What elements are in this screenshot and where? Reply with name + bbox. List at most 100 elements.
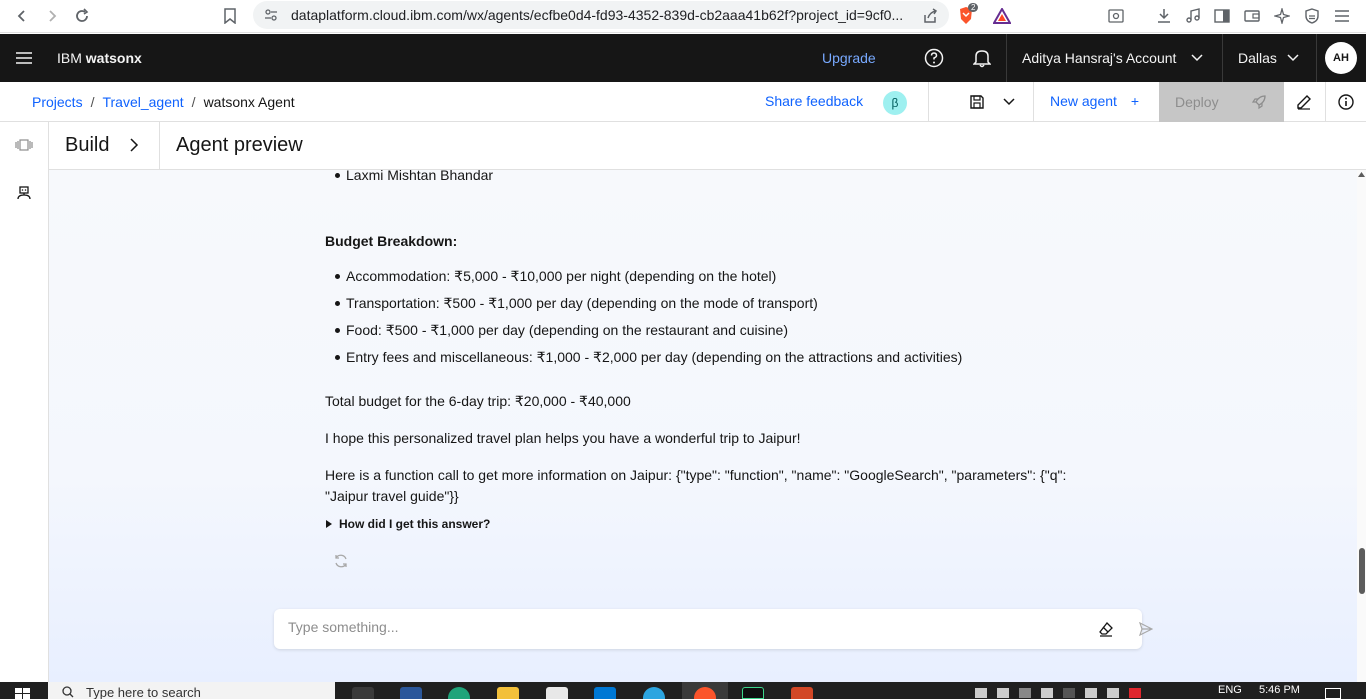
avatar[interactable]: AH — [1325, 42, 1357, 74]
system-tray-icons[interactable] — [975, 688, 1175, 699]
product-brand[interactable]: IBM watsonx — [57, 50, 142, 66]
brand-prefix: IBM — [57, 50, 86, 66]
agent-icon[interactable] — [14, 183, 34, 203]
how-did-i-get-this-answer-toggle[interactable]: How did I get this answer? — [325, 517, 490, 531]
task-view-icon[interactable] — [352, 687, 374, 699]
panel-divider — [159, 122, 160, 170]
scrollbar-thumb[interactable] — [1359, 548, 1365, 594]
beta-badge: β — [883, 91, 907, 115]
hamburger-menu-icon[interactable] — [14, 48, 34, 68]
reader-mode-icon[interactable] — [1104, 4, 1128, 28]
app-header: IBM watsonx Upgrade Aditya Hansraj's Acc… — [0, 34, 1366, 82]
brave-rewards-icon[interactable] — [990, 4, 1014, 28]
chat-area: Laxmi Mishtan Bhandar Budget Breakdown: … — [49, 170, 1357, 682]
list-item: Transportation: ₹500 - ₹1,000 per day (d… — [335, 293, 818, 314]
leo-ai-icon[interactable] — [1270, 4, 1294, 28]
downloads-icon[interactable] — [1152, 4, 1176, 28]
search-icon — [62, 686, 74, 698]
url-text: dataplatform.cloud.ibm.com/wx/agents/ecf… — [291, 7, 904, 23]
terminal-app-icon[interactable] — [742, 687, 764, 699]
reload-icon[interactable] — [70, 4, 94, 28]
eraser-icon[interactable] — [1096, 619, 1116, 639]
how-did-i-label: How did I get this answer? — [339, 517, 491, 531]
address-bar[interactable]: dataplatform.cloud.ibm.com/wx/agents/ecf… — [253, 1, 949, 29]
breadcrumb-current: watsonx Agent — [203, 94, 295, 110]
account-switcher[interactable]: Aditya Hansraj's Account — [1022, 50, 1176, 66]
media-icon[interactable] — [1181, 4, 1205, 28]
header-divider — [1006, 34, 1007, 82]
list-item: Food: ₹500 - ₹1,000 per day (depending o… — [335, 320, 788, 341]
toolbar-divider — [928, 82, 929, 122]
bookmark-icon[interactable] — [218, 4, 242, 28]
chevron-right-icon[interactable] — [129, 138, 139, 152]
chevron-down-icon[interactable] — [1191, 53, 1203, 63]
vpn-shield-icon[interactable] — [1300, 4, 1324, 28]
back-icon[interactable] — [10, 4, 34, 28]
breadcrumb-project[interactable]: Travel_agent — [102, 94, 183, 110]
list-item: Entry fees and miscellaneous: ₹1,000 - ₹… — [334, 347, 962, 368]
regenerate-icon[interactable] — [333, 553, 349, 569]
header-divider — [1222, 34, 1223, 82]
edit-pencil-icon[interactable] — [1294, 92, 1314, 112]
word-app-icon[interactable] — [400, 687, 422, 699]
carousel-icon[interactable] — [14, 135, 34, 155]
deploy-button[interactable]: Deploy — [1159, 82, 1284, 122]
caret-right-icon — [326, 520, 332, 528]
build-label[interactable]: Build — [65, 134, 109, 157]
plus-icon: + — [1130, 93, 1140, 109]
brave-badge: 2 — [968, 3, 979, 12]
new-agent-button[interactable]: New agent + — [1050, 93, 1139, 109]
share-feedback-link[interactable]: Share feedback — [765, 93, 863, 109]
region-switcher[interactable]: Dallas — [1238, 50, 1277, 66]
page-title: Agent preview — [176, 134, 303, 156]
breadcrumb-toolbar: Projects / Travel_agent / watsonx Agent … — [0, 82, 1366, 122]
info-icon[interactable] — [1336, 92, 1356, 112]
forward-icon[interactable] — [40, 4, 64, 28]
browser-menu-icon[interactable] — [1330, 4, 1354, 28]
brave-app-icon — [694, 687, 716, 699]
notification-bell-icon[interactable] — [970, 46, 994, 70]
language-indicator[interactable]: ENG — [1218, 684, 1242, 696]
notification-center-icon[interactable] — [1325, 688, 1341, 699]
sidebar-toggle-icon[interactable] — [1210, 4, 1234, 28]
help-icon[interactable] — [922, 46, 946, 70]
store-app-icon[interactable] — [594, 687, 616, 699]
share-page-icon[interactable] — [918, 4, 942, 28]
rocket-icon — [1251, 94, 1267, 110]
save-icon[interactable] — [967, 92, 987, 112]
brave-shields-icon[interactable]: 2 — [954, 3, 979, 28]
site-info-icon[interactable] — [264, 8, 278, 22]
chat-input[interactable] — [288, 619, 1048, 635]
os-taskbar: Type here to search ENG 5:46 PM — [0, 682, 1366, 699]
panel-header: Build Agent preview — [49, 122, 1366, 170]
save-options-chevron-icon[interactable] — [999, 92, 1019, 112]
breadcrumb: Projects / Travel_agent / watsonx Agent — [32, 94, 295, 110]
windows-start-icon[interactable] — [15, 688, 31, 699]
powerpoint-app-icon[interactable] — [791, 687, 813, 699]
file-explorer-icon[interactable] — [497, 687, 519, 699]
telegram-app-icon[interactable] — [643, 687, 665, 699]
breadcrumb-separator: / — [90, 94, 95, 110]
taskbar-search[interactable]: Type here to search — [48, 682, 335, 699]
send-icon[interactable] — [1136, 619, 1156, 639]
chat-input-box — [274, 609, 1153, 649]
clock-time[interactable]: 5:46 PM — [1259, 684, 1300, 696]
toolbar-divider — [1033, 82, 1034, 122]
scrollbar[interactable] — [1357, 170, 1366, 682]
scroll-up-arrow-icon[interactable] — [1358, 172, 1365, 177]
notepad-app-icon[interactable] — [546, 687, 568, 699]
chevron-down-icon[interactable] — [1287, 53, 1299, 63]
upgrade-link[interactable]: Upgrade — [822, 50, 876, 66]
new-agent-label: New agent — [1050, 93, 1117, 109]
left-rail — [0, 122, 49, 682]
taskbar-active-app[interactable] — [682, 682, 728, 699]
list-item: Laxmi Mishtan Bhandar — [334, 170, 493, 186]
closing-text: I hope this personalized travel plan hel… — [325, 430, 801, 446]
toolbar-divider — [1325, 82, 1326, 122]
wallet-icon[interactable] — [1240, 4, 1264, 28]
breadcrumb-projects[interactable]: Projects — [32, 94, 83, 110]
taskbar-search-placeholder: Type here to search — [86, 685, 201, 699]
deploy-label: Deploy — [1175, 94, 1219, 110]
list-item: Accommodation: ₹5,000 - ₹10,000 per nigh… — [334, 266, 776, 287]
edge-app-icon[interactable] — [448, 687, 470, 699]
